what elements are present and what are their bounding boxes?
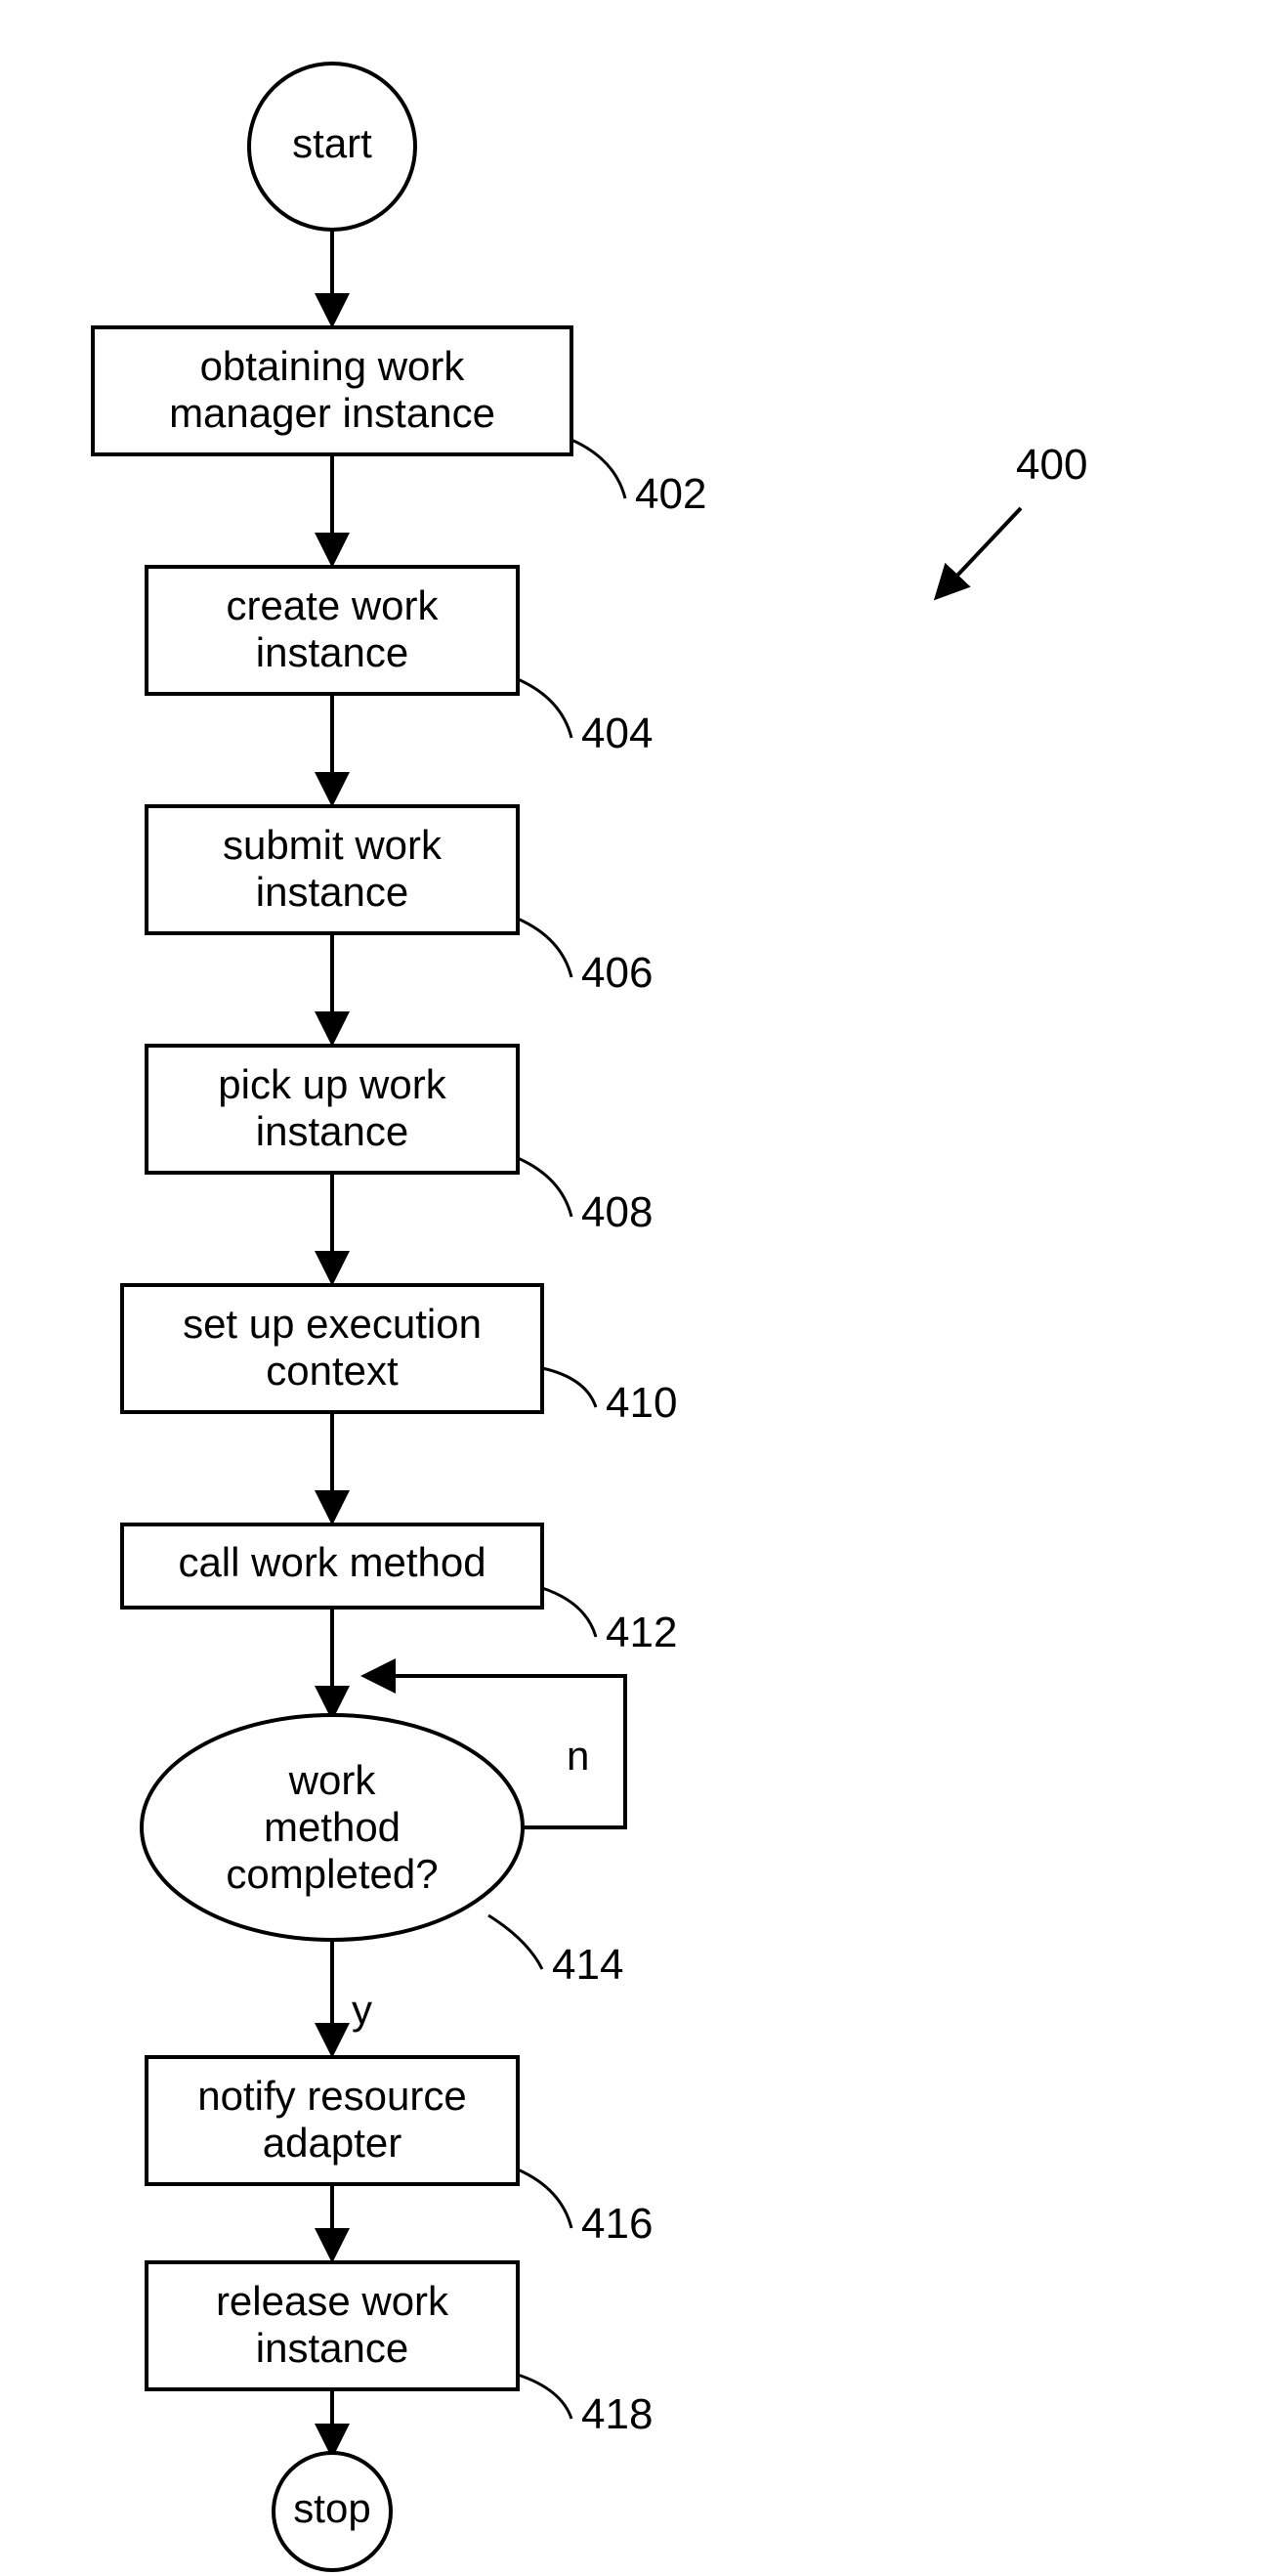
svg-text:call work method: call work method xyxy=(178,1539,486,1585)
step-416: notify resource adapter 416 xyxy=(147,2057,653,2248)
svg-text:submit work: submit work xyxy=(223,822,443,868)
svg-text:release work: release work xyxy=(216,2278,449,2324)
step-410-ref: 410 xyxy=(606,1379,677,1427)
step-404-ref: 404 xyxy=(581,709,653,757)
step-408: pick up work instance 408 xyxy=(147,1046,653,1236)
svg-text:adapter: adapter xyxy=(263,2120,401,2166)
step-412-ref: 412 xyxy=(606,1609,677,1656)
step-406-ref: 406 xyxy=(581,949,653,997)
svg-text:create work: create work xyxy=(226,582,439,628)
start-label: start xyxy=(292,120,372,166)
step-408-ref: 408 xyxy=(581,1188,653,1236)
step-404: create work instance 404 xyxy=(147,567,653,757)
flowchart-diagram: 400 start obtaining work manager instanc… xyxy=(0,0,1267,2576)
step-402: obtaining work manager instance 402 xyxy=(93,327,706,518)
svg-text:instance: instance xyxy=(256,2325,408,2371)
svg-text:pick up work: pick up work xyxy=(218,1061,446,1107)
svg-text:notify resource: notify resource xyxy=(197,2073,466,2119)
decision-414: work method completed? 414 xyxy=(142,1715,623,1989)
step-418-ref: 418 xyxy=(581,2390,653,2438)
step-410: set up execution context 410 xyxy=(122,1285,677,1427)
svg-text:manager instance: manager instance xyxy=(169,390,495,436)
svg-text:method: method xyxy=(264,1804,401,1850)
step-418: release work instance 418 xyxy=(147,2262,653,2438)
decision-414-ref: 414 xyxy=(552,1941,623,1989)
decision-no-label: n xyxy=(567,1733,589,1779)
svg-text:obtaining work: obtaining work xyxy=(200,343,466,389)
svg-text:instance: instance xyxy=(256,629,408,675)
svg-text:instance: instance xyxy=(256,869,408,915)
svg-text:instance: instance xyxy=(256,1108,408,1154)
svg-text:set up execution: set up execution xyxy=(183,1301,482,1347)
step-406: submit work instance 406 xyxy=(147,806,653,997)
decision-yes-label: y xyxy=(352,1987,372,2033)
stop-node: stop xyxy=(274,2453,391,2570)
step-402-ref: 402 xyxy=(635,470,706,518)
step-416-ref: 416 xyxy=(581,2200,653,2248)
stop-label: stop xyxy=(293,2485,370,2531)
start-node: start xyxy=(249,64,415,230)
step-412: call work method 412 xyxy=(122,1524,677,1656)
figure-ref-label: 400 xyxy=(1016,441,1087,489)
figure-reference: 400 xyxy=(938,441,1087,596)
svg-text:completed?: completed? xyxy=(226,1851,438,1897)
svg-text:work: work xyxy=(288,1757,377,1803)
svg-text:context: context xyxy=(266,1348,399,1394)
decision-yes-edge: y xyxy=(332,1940,372,2052)
